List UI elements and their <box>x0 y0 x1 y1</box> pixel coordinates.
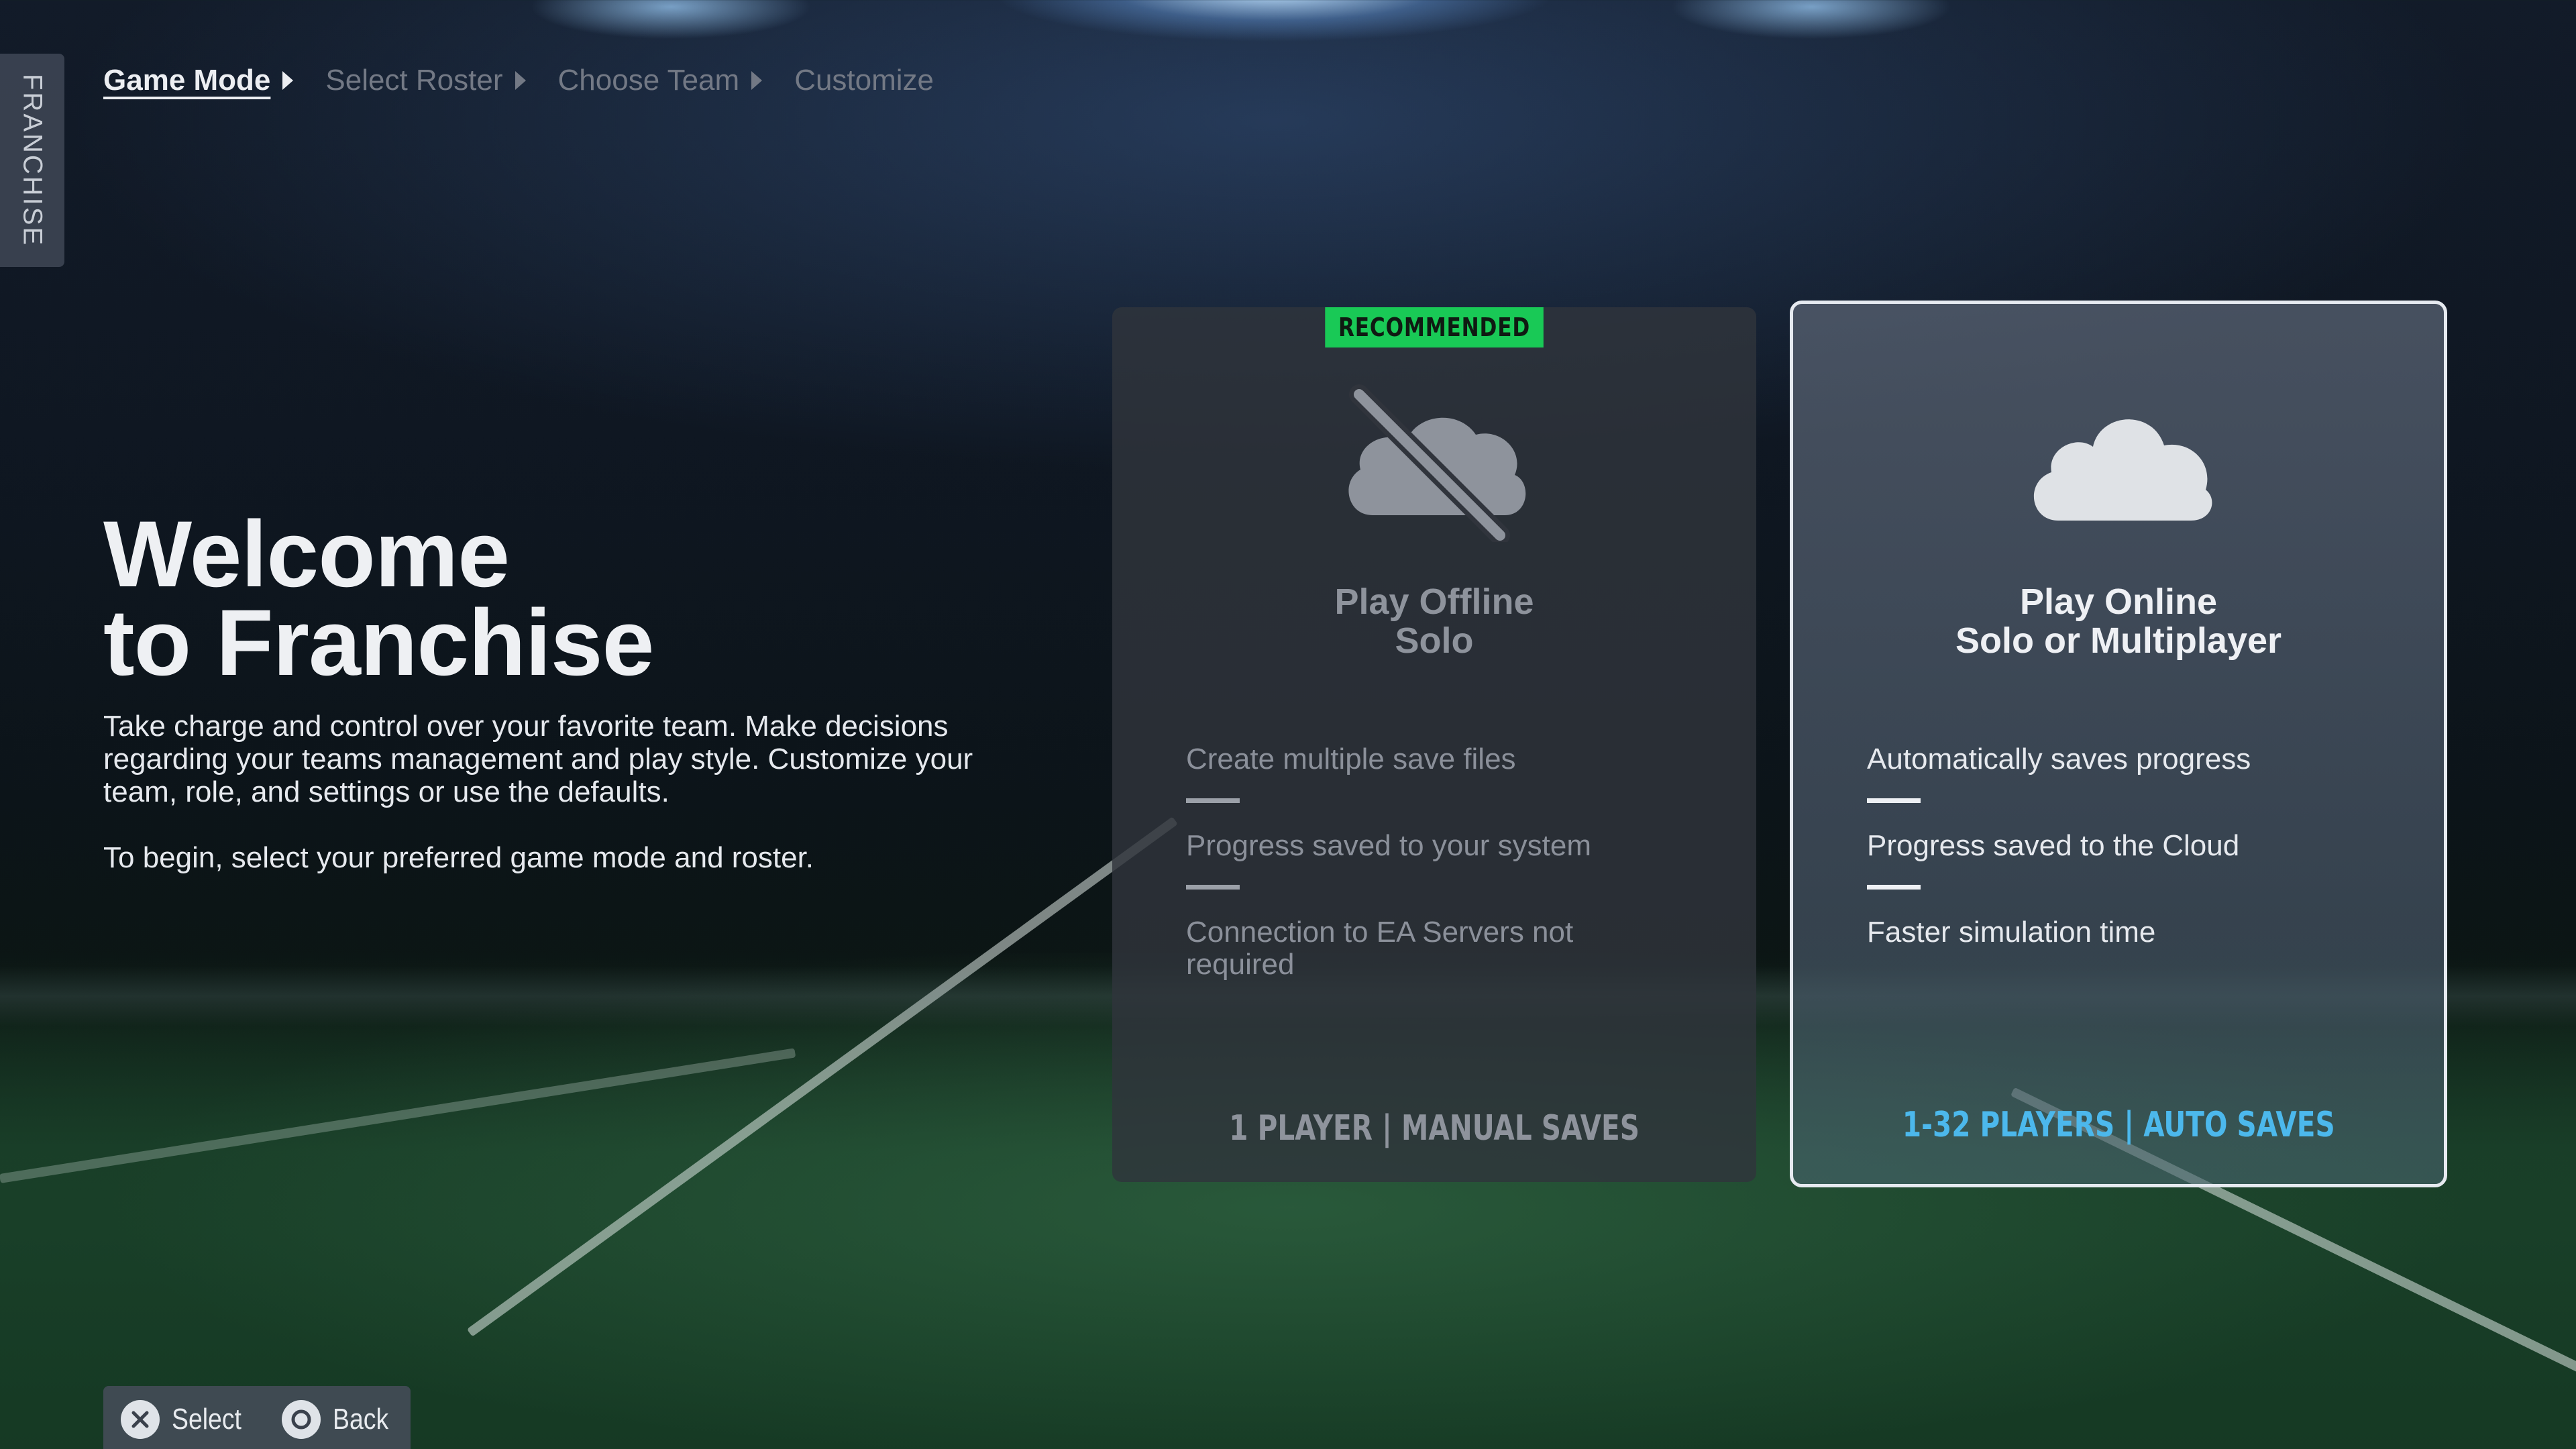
card-footer-label: 1-32 PLAYERS | AUTO SAVES <box>1902 1105 2335 1145</box>
card-title: Play Online Solo or Multiplayer <box>1793 582 2444 660</box>
select-prompt[interactable]: Select <box>121 1400 254 1439</box>
breadcrumb-customize[interactable]: Customize <box>794 64 934 97</box>
description-paragraph: To begin, select your preferred game mod… <box>103 841 814 874</box>
feature-list: Automatically saves progress Progress sa… <box>1867 743 2370 949</box>
breadcrumb-select-roster[interactable]: Select Roster <box>325 64 526 97</box>
divider <box>1186 885 1240 890</box>
chevron-right-icon <box>515 71 526 90</box>
description-paragraph: Take charge and control over your favori… <box>103 710 973 808</box>
card-title-line: Solo <box>1395 621 1474 661</box>
breadcrumb-game-mode[interactable]: Game Mode <box>103 64 294 97</box>
play-offline-card[interactable]: RECOMMENDED Play Offline Solo Create mul… <box>1112 307 1756 1182</box>
feature-item: Progress saved to the Cloud <box>1867 829 2240 862</box>
breadcrumb-label: Choose Team <box>557 64 740 97</box>
chevron-right-icon <box>282 71 294 90</box>
card-footer: 1 PLAYER | MANUAL SAVES <box>1112 1108 1756 1148</box>
card-footer-label: 1 PLAYER | MANUAL SAVES <box>1229 1108 1640 1148</box>
divider <box>1867 798 1921 803</box>
yard-line <box>0 1048 796 1183</box>
breadcrumb-label: Select Roster <box>325 64 503 97</box>
title-line: to Franchise <box>103 590 654 695</box>
feature-item: Automatically saves progress <box>1867 743 2251 775</box>
breadcrumb-choose-team[interactable]: Choose Team <box>558 64 763 97</box>
recommended-badge: RECOMMENDED <box>1325 307 1544 347</box>
cross-button-icon <box>121 1400 160 1439</box>
card-title-line: Play Offline <box>1334 582 1534 622</box>
divider <box>1186 798 1240 803</box>
franchise-side-tab: FRANCHISE <box>0 54 64 267</box>
feature-item: Progress saved to your system <box>1186 829 1592 862</box>
controller-prompts: Select Back <box>103 1386 411 1449</box>
card-title: Play Offline Solo <box>1112 582 1756 660</box>
breadcrumb-label: Game Mode <box>103 64 271 97</box>
chevron-right-icon <box>751 71 763 90</box>
side-tab-label: FRANCHISE <box>17 73 48 248</box>
feature-item: Connection to EA Servers not required <box>1186 916 1574 981</box>
title-line: Welcome <box>103 501 510 606</box>
circle-button-icon <box>282 1400 321 1439</box>
breadcrumb-label: Customize <box>794 64 934 97</box>
feature-item: Faster simulation time <box>1867 916 2156 949</box>
prompt-label: Select <box>172 1403 241 1436</box>
card-title-line: Solo or Multiplayer <box>1955 621 2282 661</box>
cloud-offline-icon <box>1348 384 1526 542</box>
feature-list: Create multiple save files Progress save… <box>1186 743 1682 981</box>
card-footer: 1-32 PLAYERS | AUTO SAVES <box>1793 1105 2444 1145</box>
play-online-card[interactable]: Play Online Solo or Multiplayer Automati… <box>1790 301 2447 1187</box>
card-title-line: Play Online <box>2019 582 2218 622</box>
breadcrumb: Game Mode Select Roster Choose Team Cust… <box>103 60 966 101</box>
divider <box>1867 885 1921 890</box>
cloud-icon <box>2033 419 2212 521</box>
back-prompt[interactable]: Back <box>282 1400 398 1439</box>
feature-item: Create multiple save files <box>1186 743 1516 775</box>
prompt-label: Back <box>333 1403 389 1436</box>
page-title: Welcome to Franchise <box>103 501 654 695</box>
welcome-description: Take charge and control over your favori… <box>103 710 989 907</box>
